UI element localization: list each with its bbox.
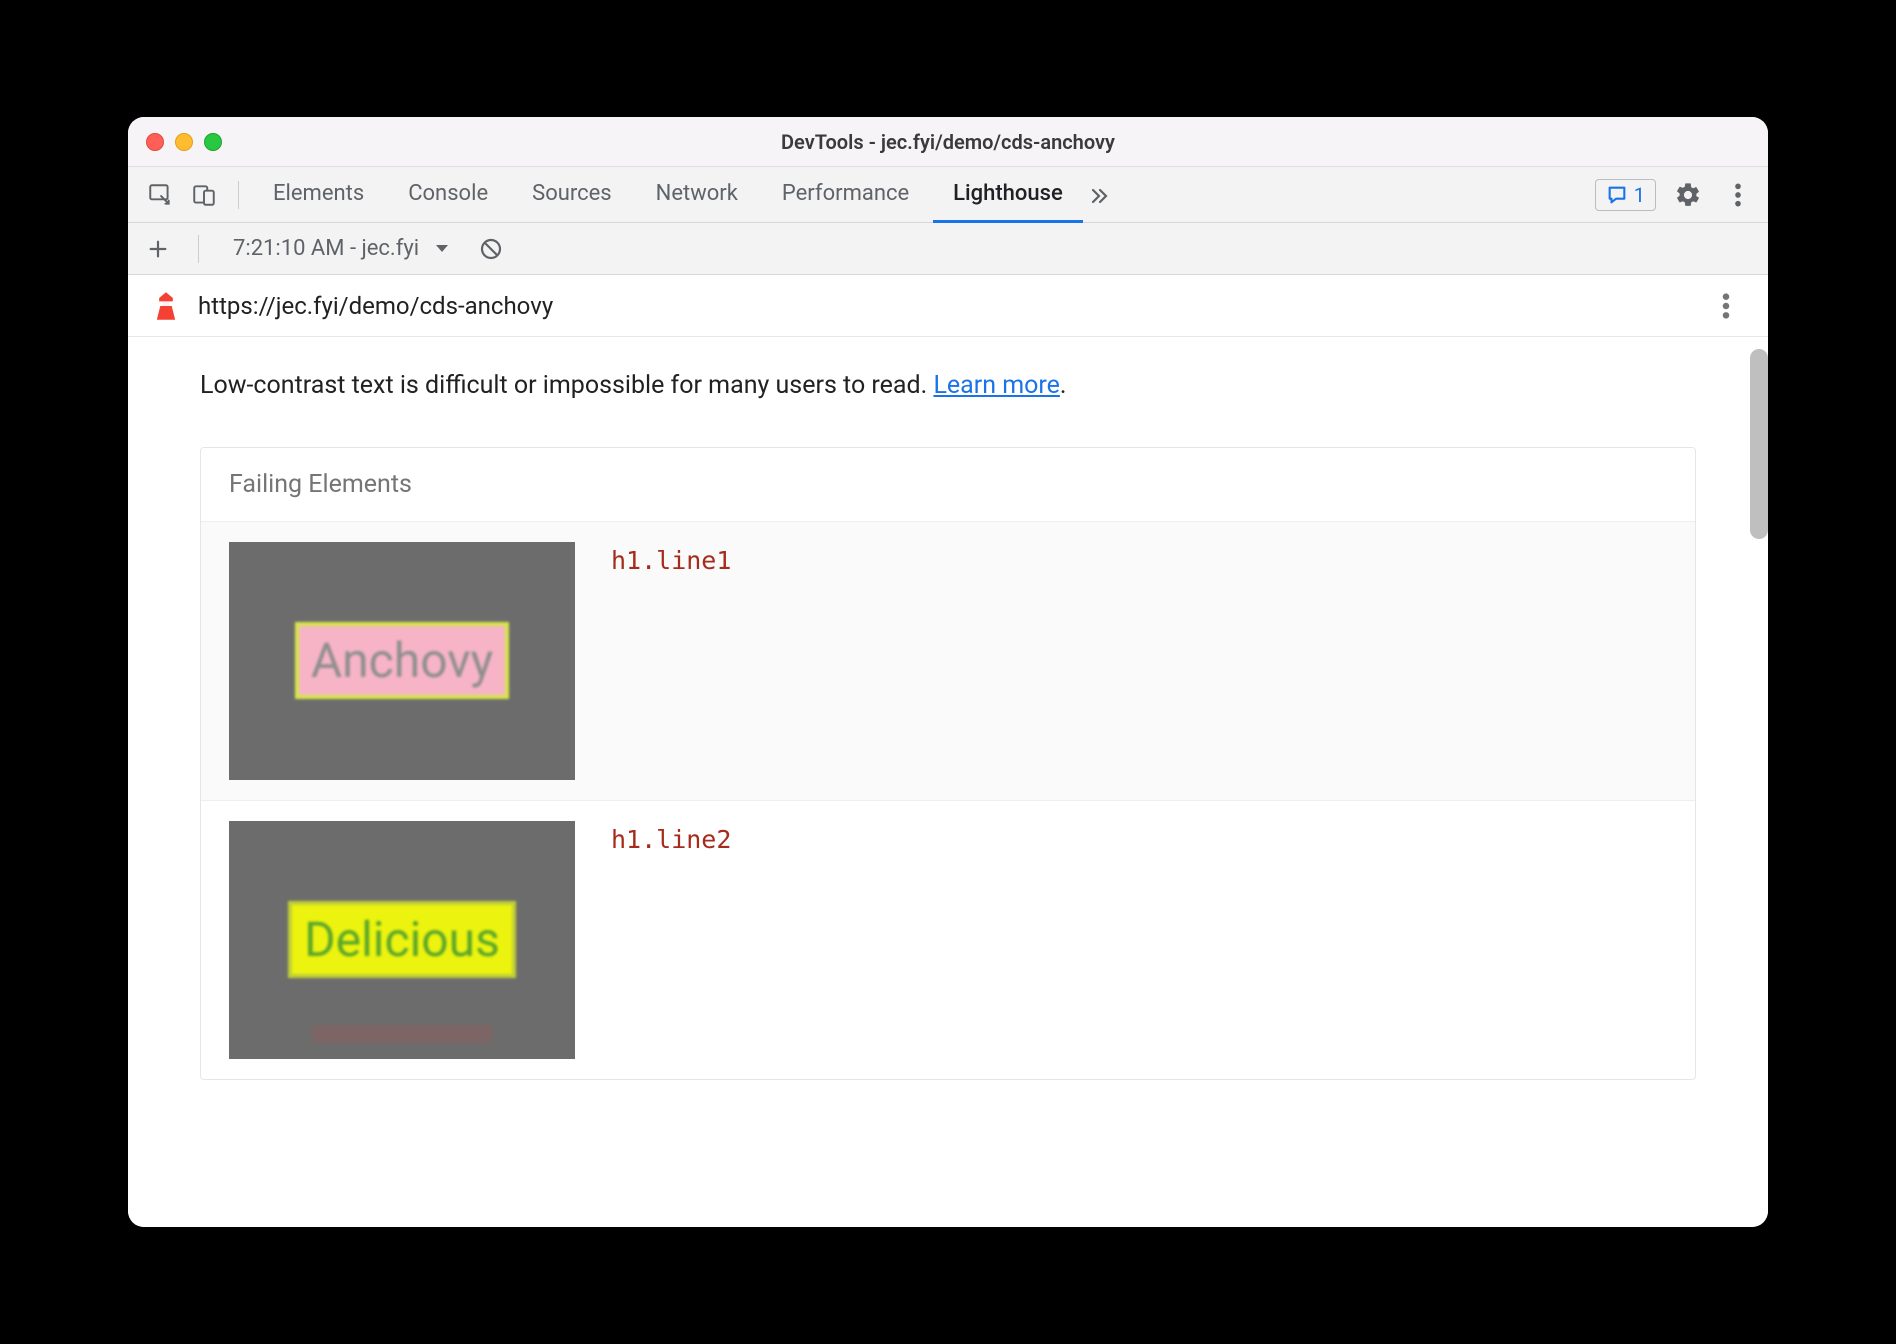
minimize-window-button[interactable] — [175, 133, 193, 151]
more-tabs-icon[interactable] — [1087, 183, 1127, 207]
inspect-element-icon[interactable] — [140, 175, 180, 215]
new-report-button[interactable] — [140, 231, 176, 267]
element-screenshot-thumb[interactable]: Delicious — [229, 821, 575, 1059]
report-selector[interactable]: 7:21:10 AM - jec.fyi — [221, 236, 461, 261]
report-content[interactable]: Low-contrast text is difficult or imposs… — [128, 337, 1768, 1227]
report-url-bar: https://jec.fyi/demo/cds-anchovy — [128, 275, 1768, 337]
failing-elements-card: Failing Elements Anchovy h1.line1 Delici… — [200, 447, 1696, 1080]
lighthouse-icon — [152, 290, 180, 322]
issues-count: 1 — [1634, 183, 1645, 207]
device-toggle-icon[interactable] — [184, 175, 224, 215]
divider — [198, 235, 199, 263]
tab-right-tools: 1 — [1595, 177, 1756, 213]
kebab-menu-icon[interactable] — [1720, 177, 1756, 213]
close-window-button[interactable] — [146, 133, 164, 151]
panel-tab-strip: Elements Console Sources Network Perform… — [128, 167, 1768, 223]
tab-console[interactable]: Console — [388, 167, 508, 223]
maximize-window-button[interactable] — [204, 133, 222, 151]
audit-description-suffix: . — [1060, 371, 1067, 400]
tab-network[interactable]: Network — [636, 167, 758, 223]
traffic-lights — [146, 133, 222, 151]
titlebar: DevTools - jec.fyi/demo/cds-anchovy — [128, 117, 1768, 167]
settings-icon[interactable] — [1670, 177, 1706, 213]
scrollbar[interactable] — [1750, 349, 1768, 539]
tab-elements[interactable]: Elements — [253, 167, 384, 223]
divider — [238, 181, 239, 209]
audit-description: Low-contrast text is difficult or imposs… — [200, 367, 1696, 405]
devtools-window: DevTools - jec.fyi/demo/cds-anchovy Elem… — [128, 117, 1768, 1227]
window-title: DevTools - jec.fyi/demo/cds-anchovy — [128, 130, 1768, 154]
tab-lighthouse[interactable]: Lighthouse — [933, 167, 1083, 223]
report-url: https://jec.fyi/demo/cds-anchovy — [198, 292, 1690, 320]
thumb-preview-text: Delicious — [288, 901, 516, 978]
element-selector: h1.line1 — [611, 542, 731, 575]
thumb-preview-text: Anchovy — [295, 622, 509, 699]
chat-icon — [1606, 184, 1628, 206]
tab-performance[interactable]: Performance — [762, 167, 929, 223]
failing-element-row[interactable]: Delicious h1.line2 — [201, 800, 1695, 1079]
issues-badge[interactable]: 1 — [1595, 179, 1656, 211]
element-selector: h1.line2 — [611, 821, 731, 854]
clear-report-button[interactable] — [473, 231, 509, 267]
lighthouse-toolbar: 7:21:10 AM - jec.fyi — [128, 223, 1768, 275]
report-menu-icon[interactable] — [1708, 288, 1744, 324]
learn-more-link[interactable]: Learn more — [933, 371, 1059, 400]
failing-element-row[interactable]: Anchovy h1.line1 — [201, 521, 1695, 800]
thumb-ghost-shadow — [312, 1025, 492, 1043]
tab-sources[interactable]: Sources — [512, 167, 632, 223]
element-screenshot-thumb[interactable]: Anchovy — [229, 542, 575, 780]
report-selector-label: 7:21:10 AM - jec.fyi — [233, 236, 419, 261]
caret-down-icon — [435, 244, 449, 254]
failing-elements-header: Failing Elements — [201, 448, 1695, 521]
audit-description-text: Low-contrast text is difficult or imposs… — [200, 371, 933, 400]
